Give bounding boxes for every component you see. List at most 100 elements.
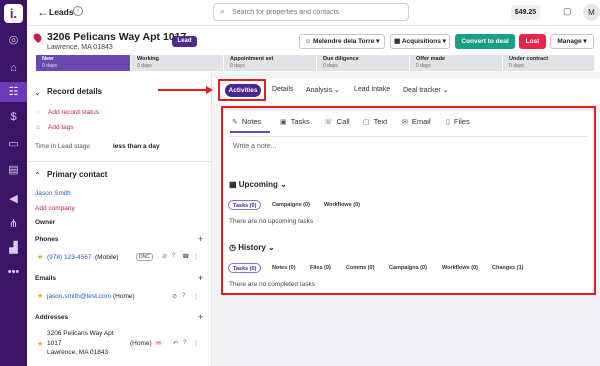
question-icon[interactable]: ?	[172, 253, 175, 259]
add-phone-icon[interactable]: +	[198, 234, 203, 244]
chevron-down-icon: ▾	[581, 38, 587, 45]
chart-icon[interactable]: ▟	[0, 238, 27, 258]
stage-days: 0 days	[137, 63, 152, 69]
divider	[27, 161, 212, 162]
primary-star-icon[interactable]: ★	[37, 253, 43, 261]
chevron-down-icon: ▾	[374, 38, 380, 45]
stage-due-diligence[interactable]: Due diligence 0 days	[317, 55, 409, 71]
primary-star-icon[interactable]: ★	[37, 292, 43, 300]
tab-deal-tracker[interactable]: Deal tracker ⌄	[403, 86, 449, 94]
stage-appointment-set[interactable]: Appointment set 0 days	[224, 55, 316, 71]
mail-icon[interactable]: ✉	[156, 340, 161, 347]
add-email-icon[interactable]: +	[198, 273, 203, 283]
tab-details[interactable]: Details	[272, 86, 293, 93]
info-icon[interactable]: i	[73, 6, 83, 16]
stage-days: 0 days	[230, 63, 245, 69]
annotation-arrow-head	[206, 86, 213, 94]
address-subtitle: Lawrence, MA 01843	[47, 44, 113, 51]
stage-under-contract[interactable]: Under contract 0 days	[503, 55, 594, 71]
more-icon[interactable]: •••	[0, 262, 27, 282]
empty-area	[212, 300, 600, 366]
dollar-icon[interactable]: $	[0, 107, 27, 127]
annotation-highlight-tab	[218, 79, 266, 101]
search-input[interactable]	[232, 5, 404, 20]
phone-type: (Mobile)	[95, 254, 119, 261]
more-vertical-icon[interactable]: ⋮	[193, 293, 199, 300]
assignee-dropdown[interactable]: ☺ Melendre dela Torre ▾	[299, 34, 385, 49]
stage-offer-made[interactable]: Offer made 0 days	[410, 55, 502, 71]
dnc-badge: DNC	[136, 253, 153, 261]
stage-days: 0 days	[323, 63, 338, 69]
stage-new[interactable]: New 0 days	[36, 55, 130, 71]
stage-days: 0 days	[416, 63, 431, 69]
stage-working[interactable]: Working 0 days	[131, 55, 223, 71]
call-icon[interactable]: ☎	[182, 253, 189, 260]
page-title: 3206 Pelicans Way Apt 1017	[47, 31, 187, 43]
primary-star-icon[interactable]: ★	[37, 340, 43, 348]
emails-label: Emails	[35, 275, 56, 282]
more-vertical-icon[interactable]: ⋮	[193, 253, 199, 260]
avatar[interactable]: M	[583, 4, 600, 21]
stage-name: New	[42, 56, 54, 62]
back-arrow-icon[interactable]: ←	[37, 5, 49, 19]
add-tags-link[interactable]: Add tags	[48, 124, 74, 131]
stage-name: Appointment set	[230, 56, 274, 62]
convert-to-deal-button[interactable]: Convert to deal	[455, 34, 515, 49]
question-icon[interactable]: ?	[182, 293, 185, 299]
people-icon[interactable]: ☷	[0, 82, 27, 102]
phone-link[interactable]: (978) 123-4567	[47, 254, 91, 261]
manage-label: Manage	[557, 38, 582, 45]
top-bar: ← Leads i ⌕ $49.25 ▢ M	[27, 0, 600, 26]
inbox-icon[interactable]: ▭	[0, 134, 27, 154]
stage-name: Working	[137, 56, 159, 62]
block-icon[interactable]: ⊘	[172, 293, 177, 300]
chevron-down-icon: ⌄	[440, 87, 449, 94]
add-address-icon[interactable]: +	[198, 312, 203, 322]
globe-icon[interactable]: ◎	[0, 30, 27, 50]
stage-name: Under contract	[509, 56, 549, 62]
question-icon[interactable]: ?	[183, 340, 186, 346]
document-icon[interactable]: ▤	[0, 160, 27, 180]
address-type: (Home)	[130, 340, 152, 347]
undo-icon[interactable]: ↶	[173, 340, 178, 347]
stage-name: Offer made	[416, 56, 446, 62]
credit-balance[interactable]: $49.25	[511, 5, 540, 20]
status-badge: Lead	[172, 36, 197, 47]
record-header: 3206 Pelicans Way Apt 1017 Lawrence, MA …	[27, 26, 600, 54]
record-tabs: Activities Details Analysis ⌄ Lead intak…	[212, 78, 600, 104]
email-type: (Home)	[113, 293, 135, 300]
record-details-heading[interactable]: Record details	[47, 87, 102, 96]
breadcrumb[interactable]: Leads	[49, 7, 74, 17]
manage-dropdown[interactable]: Manage ▾	[550, 34, 594, 49]
add-record-status-link[interactable]: Add record status	[48, 109, 99, 116]
stage-days: 0 days	[509, 63, 524, 69]
address-line: 3206 Pelicans Way Apt	[47, 330, 114, 337]
contact-name-link[interactable]: Jason Smith	[35, 190, 71, 197]
megaphone-icon[interactable]: ◀	[0, 189, 27, 209]
phones-label: Phones	[35, 236, 59, 243]
chat-icon[interactable]: ▢	[563, 6, 572, 17]
collapse-icon[interactable]: ⌄	[34, 88, 41, 97]
tab-label: Deal tracker	[403, 87, 441, 94]
block-icon[interactable]: ⊘	[162, 253, 167, 260]
assignee-label: Melendre dela Torre	[313, 38, 375, 45]
addresses-label: Addresses	[35, 314, 69, 321]
chevron-down-icon: ▾	[440, 38, 446, 45]
tree-icon[interactable]: ⋔	[0, 214, 27, 234]
owner-label: Owner	[35, 219, 56, 226]
home-icon[interactable]: ⌂	[0, 58, 27, 78]
add-company-link[interactable]: Add company	[35, 205, 75, 212]
search-box[interactable]: ⌕	[213, 3, 409, 21]
pipeline-dropdown[interactable]: ▦ Acquisitions ▾	[390, 34, 450, 49]
primary-contact-heading[interactable]: Primary contact	[47, 170, 107, 179]
person-icon: ☺	[304, 38, 314, 45]
app-logo[interactable]: i.	[4, 4, 23, 23]
lost-button[interactable]: Lost	[519, 34, 546, 49]
tab-analysis[interactable]: Analysis ⌄	[306, 86, 340, 94]
collapse-icon[interactable]: ⌃	[34, 171, 41, 180]
pipeline-label: Acquisitions	[401, 38, 441, 45]
tab-lead-intake[interactable]: Lead intake	[354, 86, 390, 93]
email-link[interactable]: jason.smith@test.com	[47, 293, 111, 300]
more-vertical-icon[interactable]: ⋮	[193, 340, 199, 347]
tab-label: Analysis	[306, 87, 333, 94]
